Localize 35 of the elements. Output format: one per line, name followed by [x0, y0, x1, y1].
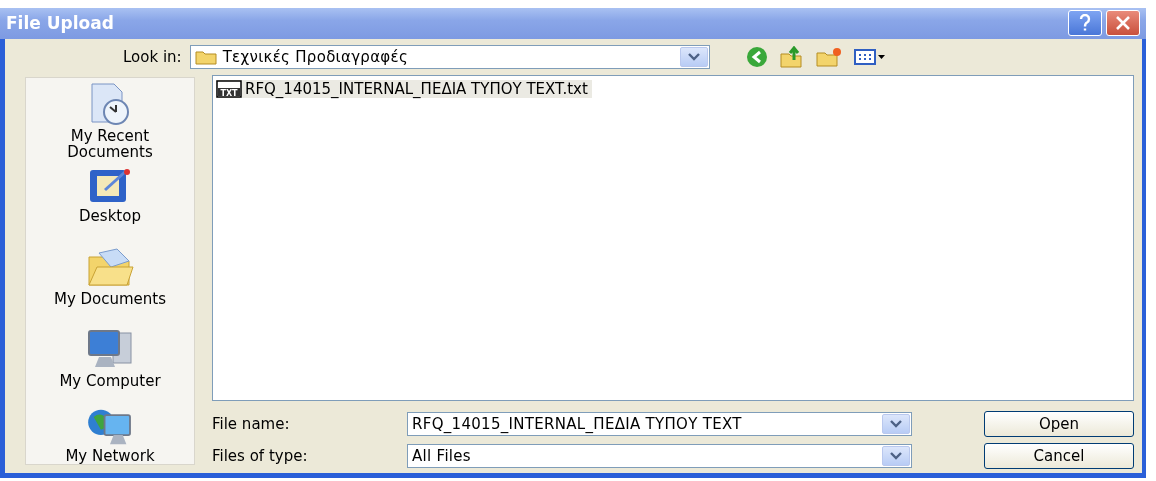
- close-icon: [1115, 15, 1131, 32]
- window-title: File Upload: [6, 13, 115, 34]
- dropdown-button[interactable]: [882, 446, 910, 466]
- look-in-label: Look in:: [123, 47, 182, 66]
- open-button[interactable]: Open: [984, 411, 1134, 437]
- view-grid-icon: [853, 47, 886, 66]
- file-name-field[interactable]: RFQ_14015_INTERNAL_ΠΕΔΙΑ ΤΥΠΟΥ TEXT: [407, 412, 912, 436]
- dropdown-button[interactable]: [679, 46, 708, 67]
- file-name-label: File name:: [212, 415, 291, 433]
- dropdown-button[interactable]: [882, 414, 910, 434]
- up-folder-button[interactable]: [779, 45, 804, 68]
- places-item[interactable]: My Documents: [35, 246, 185, 328]
- folder-icon: [85, 246, 135, 289]
- view-menu-button[interactable]: [853, 47, 886, 66]
- cancel-button[interactable]: Cancel: [984, 443, 1134, 469]
- new-folder-icon: [815, 46, 842, 67]
- files-of-type-label: Files of type:: [212, 447, 309, 465]
- chevron-down-icon: [889, 419, 903, 429]
- chevron-down-icon: [889, 451, 903, 461]
- back-button[interactable]: [745, 45, 768, 68]
- close-button[interactable]: [1106, 10, 1140, 37]
- text-file-icon: TXT: [216, 80, 242, 98]
- chevron-down-icon: [686, 51, 701, 62]
- folder-icon: [194, 48, 217, 65]
- file-item[interactable]: TXT RFQ_14015_INTERNAL_ΠΕΔΙΑ ΤΥΠΟΥ TEXT.txt: [216, 80, 592, 98]
- question-mark-icon: [1079, 14, 1091, 33]
- help-button[interactable]: [1068, 10, 1102, 37]
- places-item[interactable]: My Network: [35, 406, 185, 464]
- new-folder-button[interactable]: [815, 46, 842, 67]
- folder-up-icon: [779, 45, 804, 68]
- file-type-dropdown[interactable]: All Files: [407, 444, 912, 468]
- look-in-dropdown[interactable]: Τεχνικές Προδιαγραφές: [189, 44, 710, 69]
- places-item[interactable]: Desktop: [35, 166, 185, 247]
- places-item[interactable]: My Computer: [35, 327, 185, 406]
- places-item[interactable]: My Recent Documents: [35, 82, 185, 167]
